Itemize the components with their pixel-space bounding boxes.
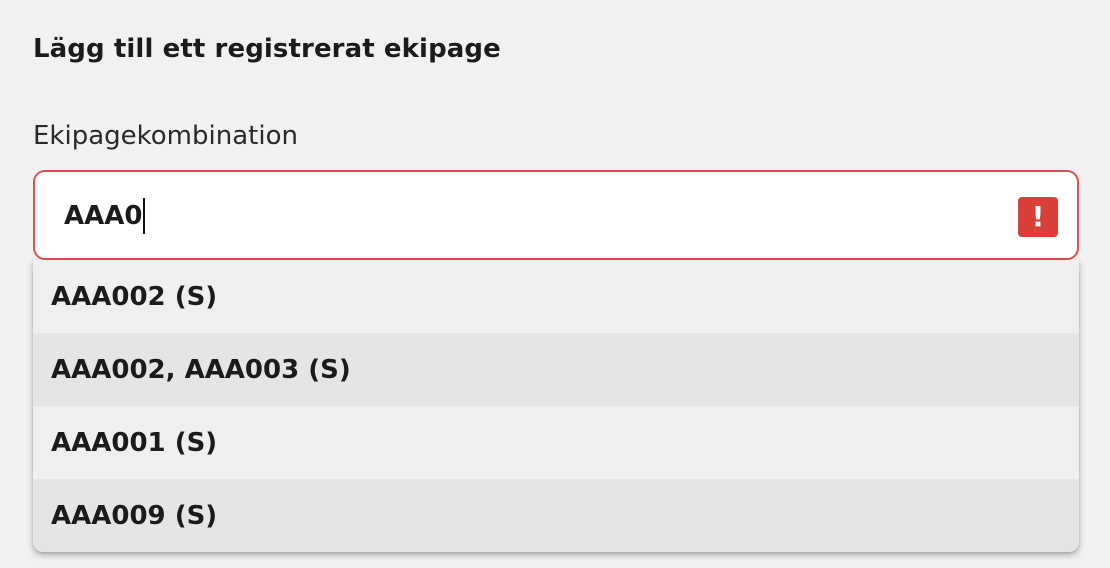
exclamation-icon: ! xyxy=(1018,197,1058,237)
next-field-label-peek xyxy=(33,558,153,568)
ekipage-combination-input[interactable]: AAA0 ! xyxy=(33,170,1079,260)
panel-heading: Lägg till ett registrerat ekipage xyxy=(33,34,501,64)
autocomplete-dropdown: AAA002 (S) AAA002, AAA003 (S) AAA001 (S)… xyxy=(33,260,1079,552)
ekipage-combination-label: Ekipagekombination xyxy=(33,121,298,151)
text-caret xyxy=(143,198,146,234)
dropdown-option[interactable]: AAA009 (S) xyxy=(33,479,1079,552)
dropdown-option[interactable]: AAA002 (S) xyxy=(33,260,1079,333)
input-value-wrap: AAA0 xyxy=(64,198,146,234)
dropdown-option[interactable]: AAA002, AAA003 (S) xyxy=(33,333,1079,406)
add-ekipage-panel: Lägg till ett registrerat ekipage Ekipag… xyxy=(0,0,1110,568)
input-value: AAA0 xyxy=(64,201,143,231)
dropdown-option[interactable]: AAA001 (S) xyxy=(33,406,1079,479)
